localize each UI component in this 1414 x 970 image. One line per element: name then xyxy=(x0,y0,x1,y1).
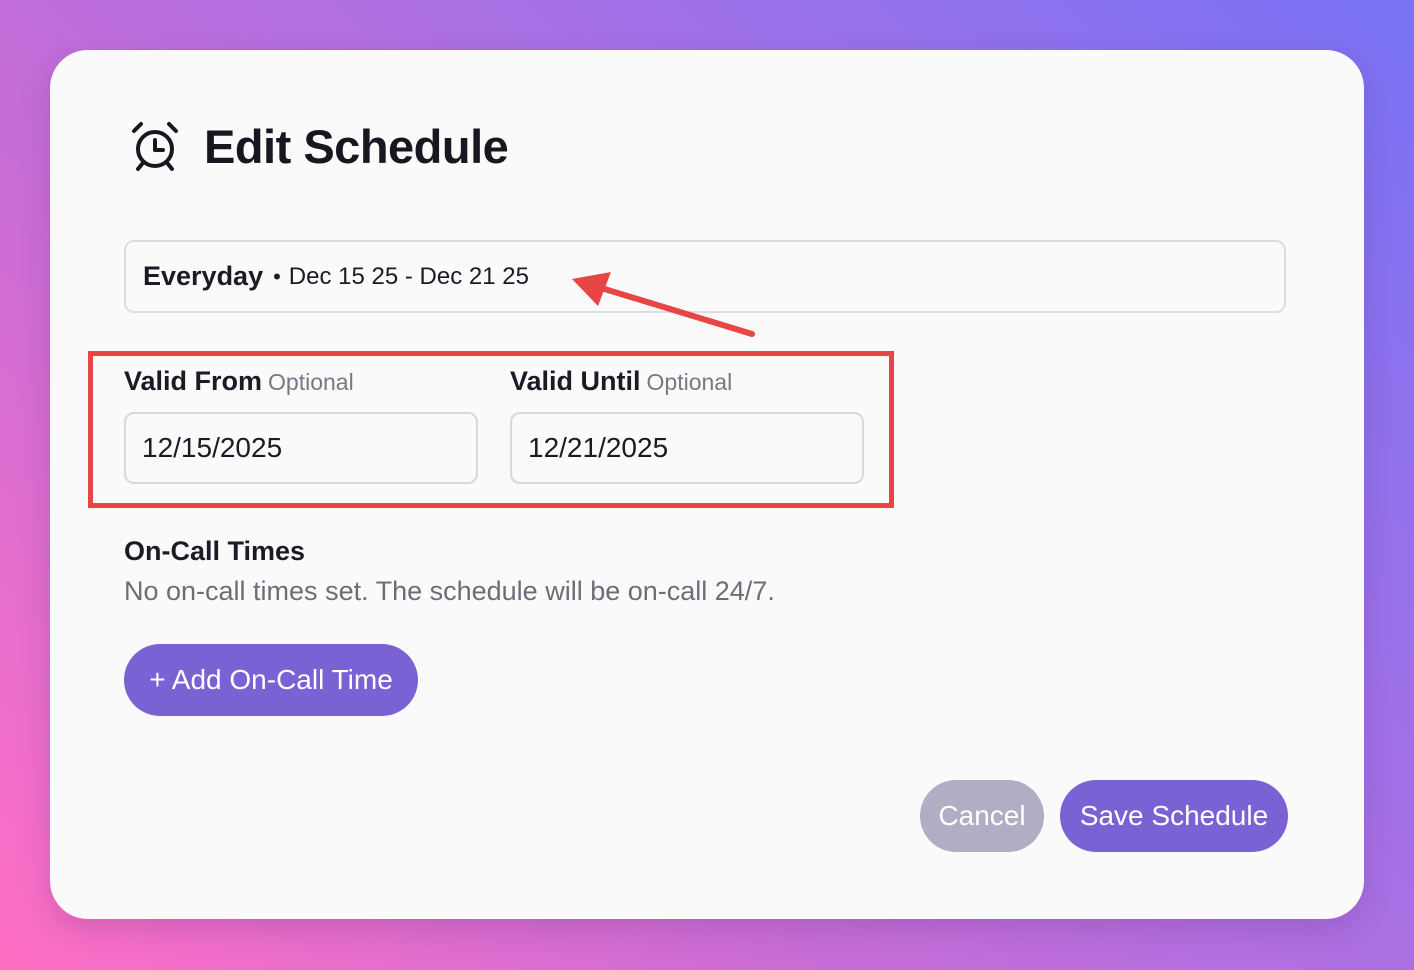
save-schedule-button[interactable]: Save Schedule xyxy=(1060,780,1288,852)
schedule-date-range: Dec 15 25 - Dec 21 25 xyxy=(288,262,529,290)
valid-from-input[interactable]: 12/15/2025 xyxy=(124,412,478,484)
schedule-frequency: Everyday xyxy=(143,261,264,291)
on-call-times-description: No on-call times set. The schedule will … xyxy=(124,576,775,606)
on-call-times-title: On-Call Times xyxy=(124,536,306,566)
valid-until-optional: Optional xyxy=(646,369,733,395)
alarm-clock-icon xyxy=(128,119,182,173)
page-title: Edit Schedule xyxy=(204,119,509,173)
valid-from-field: Valid From Optional 12/15/2025 xyxy=(124,366,478,484)
summary-separator: • xyxy=(273,263,281,289)
add-on-call-time-button[interactable]: + Add On-Call Time xyxy=(124,644,418,716)
cancel-button[interactable]: Cancel xyxy=(920,780,1044,852)
dialog-header: Edit Schedule xyxy=(128,118,509,174)
schedule-summary[interactable]: Everyday • Dec 15 25 - Dec 21 25 xyxy=(124,240,1286,313)
valid-until-field: Valid Until Optional 12/21/2025 xyxy=(510,366,864,484)
edit-schedule-dialog: Edit Schedule Everyday • Dec 15 25 - Dec… xyxy=(50,50,1364,919)
valid-until-label: Valid Until xyxy=(510,366,641,396)
valid-until-input[interactable]: 12/21/2025 xyxy=(510,412,864,484)
valid-from-optional: Optional xyxy=(268,369,354,395)
valid-from-label: Valid From xyxy=(124,366,263,396)
